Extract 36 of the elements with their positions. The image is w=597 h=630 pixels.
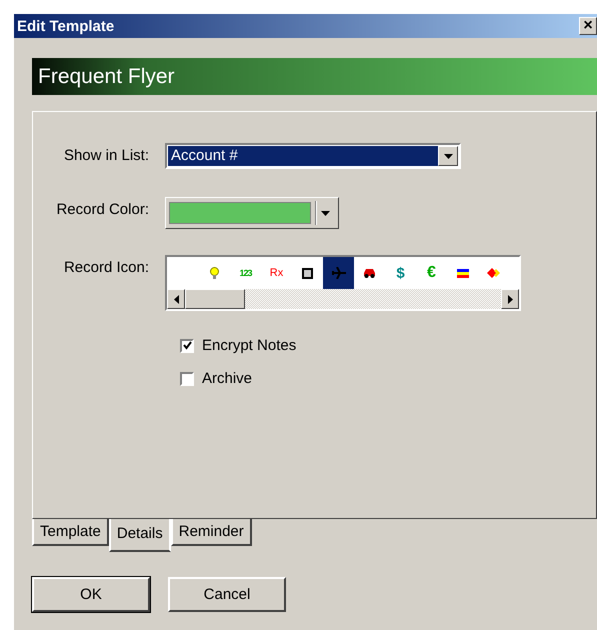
dropdown-arrow-icon — [444, 154, 452, 158]
dollar-icon: $ — [396, 264, 405, 282]
prescription-icon: Rx — [270, 267, 284, 279]
field-label: Record Icon: — [62, 258, 150, 278]
dialog-button[interactable]: OK — [32, 577, 150, 612]
diamonds-icon — [486, 268, 500, 278]
record-color-picker[interactable] — [165, 197, 339, 229]
car-icon — [363, 268, 376, 278]
dialog-button[interactable]: Cancel — [168, 577, 286, 612]
dropdown-arrow-icon — [321, 210, 330, 216]
scroll-left-icon — [174, 294, 178, 304]
horizontal-scrollbar[interactable] — [167, 289, 519, 309]
checkbox[interactable] — [180, 372, 194, 386]
checkbox-option[interactable]: Encrypt Notes — [180, 337, 596, 354]
checkbox-option[interactable]: Archive — [180, 370, 596, 387]
field-label: Record Color: — [55, 200, 150, 220]
window-title: Edit Template — [17, 18, 114, 34]
scroll-right-icon — [508, 294, 512, 304]
icon-option[interactable]: Rx — [261, 257, 292, 289]
lightbulb-icon — [210, 266, 219, 280]
checkbox[interactable] — [180, 338, 194, 352]
checkmark-icon — [182, 341, 192, 350]
icon-option[interactable]: $ — [385, 257, 416, 289]
tab[interactable]: Details — [108, 519, 171, 552]
striped-flag-icon — [456, 268, 468, 278]
template-header: Frequent Flyer — [32, 58, 597, 95]
tab[interactable]: Template — [32, 519, 109, 546]
square-icon — [302, 268, 313, 278]
airplane-icon — [332, 267, 346, 279]
numbers-icon: 123 — [239, 268, 252, 278]
show-in-list-dropdown[interactable]: Account # — [165, 143, 461, 169]
field-label: Show in List: — [62, 146, 150, 166]
tab[interactable]: Reminder — [170, 519, 252, 546]
euro-icon: € — [427, 264, 436, 282]
scrollbar-thumb[interactable] — [185, 289, 245, 309]
close-button[interactable]: × — [579, 17, 597, 35]
